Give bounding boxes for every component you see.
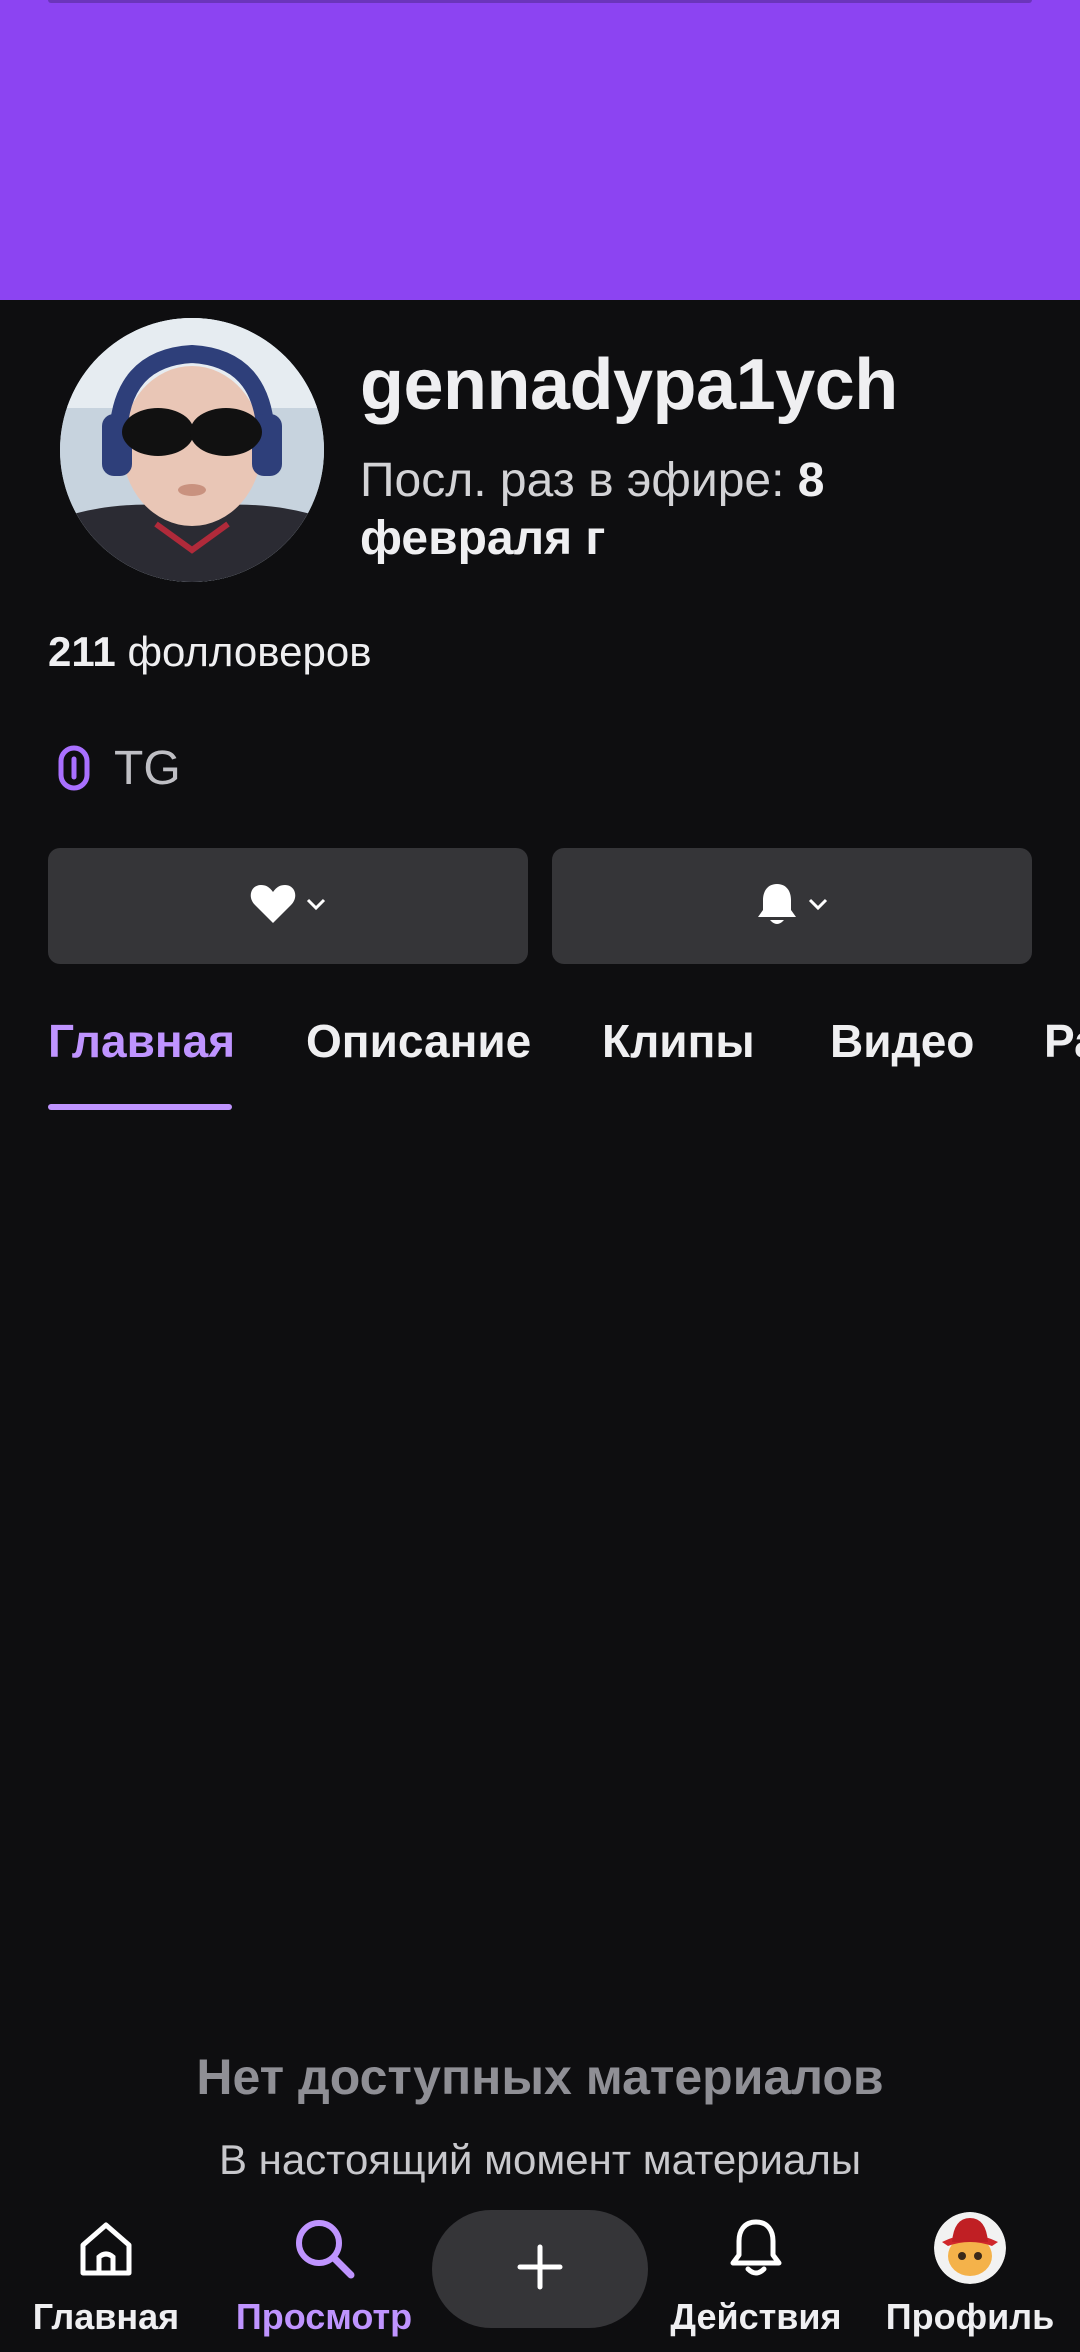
- bell-icon: [720, 2212, 792, 2284]
- channel-banner: [0, 0, 1080, 300]
- tab-clips[interactable]: Клипы: [602, 1014, 755, 1068]
- tab-videos[interactable]: Видео: [830, 1014, 974, 1068]
- tab-home[interactable]: Главная: [48, 1014, 235, 1068]
- create-button[interactable]: [432, 2210, 648, 2328]
- followers-number: 211: [48, 628, 116, 675]
- chevron-down-icon: [305, 897, 327, 916]
- nav-home[interactable]: Главная: [6, 2188, 206, 2352]
- social-link-tg[interactable]: TG: [48, 738, 181, 798]
- follow-button[interactable]: [48, 848, 528, 964]
- heart-icon: [249, 883, 297, 930]
- tab-about[interactable]: Описание: [306, 1014, 531, 1068]
- channel-username: gennadypa1ych: [360, 345, 898, 425]
- last-live-rest: февраля г: [360, 512, 606, 565]
- plus-icon: [517, 2244, 563, 2295]
- chevron-down-icon: [807, 897, 829, 916]
- home-icon: [70, 2212, 142, 2284]
- search-icon: [288, 2212, 360, 2284]
- channel-tabs: Главная Описание Клипы Видео Ра: [0, 1004, 1080, 1114]
- nav-browse[interactable]: Просмотр: [224, 2188, 424, 2352]
- channel-avatar[interactable]: [60, 318, 324, 582]
- avatar: [934, 2212, 1006, 2284]
- last-live-day: 8: [797, 454, 825, 507]
- nav-activity[interactable]: Действия: [656, 2188, 856, 2352]
- nav-browse-label: Просмотр: [235, 2296, 413, 2337]
- nav-activity-label: Действия: [670, 2296, 842, 2337]
- nav-profile-label: Профиль: [885, 2296, 1055, 2337]
- profile-avatar-wrap: [934, 2212, 1006, 2284]
- bottom-navigation: Главная Просмотр Действия Профиль: [0, 2188, 1080, 2352]
- social-link-label: TG: [114, 741, 181, 795]
- nav-profile[interactable]: Профиль: [870, 2188, 1070, 2352]
- avatar-image: [60, 318, 324, 582]
- tab-schedule[interactable]: Ра: [1044, 1014, 1080, 1068]
- banner-edge: [48, 0, 1032, 3]
- active-tab-indicator: [48, 1104, 232, 1110]
- channel-screen: gennadypa1ych Посл. раз в эфире: 8 февра…: [0, 0, 1080, 2352]
- bell-icon: [755, 880, 799, 933]
- notifications-button[interactable]: [552, 848, 1032, 964]
- followers-count[interactable]: 211 фолловеров: [48, 628, 372, 676]
- empty-state-subtitle: В настоящий момент материалы: [218, 2136, 862, 2183]
- link-icon: [48, 738, 100, 798]
- nav-home-label: Главная: [32, 2296, 180, 2337]
- followers-label: фолловеров: [127, 628, 372, 675]
- last-live-text: Посл. раз в эфире: 8 февраля г: [360, 452, 1060, 568]
- empty-state-title: Нет доступных материалов: [196, 2049, 884, 2105]
- last-live-prefix: Посл. раз в эфире:: [360, 454, 785, 507]
